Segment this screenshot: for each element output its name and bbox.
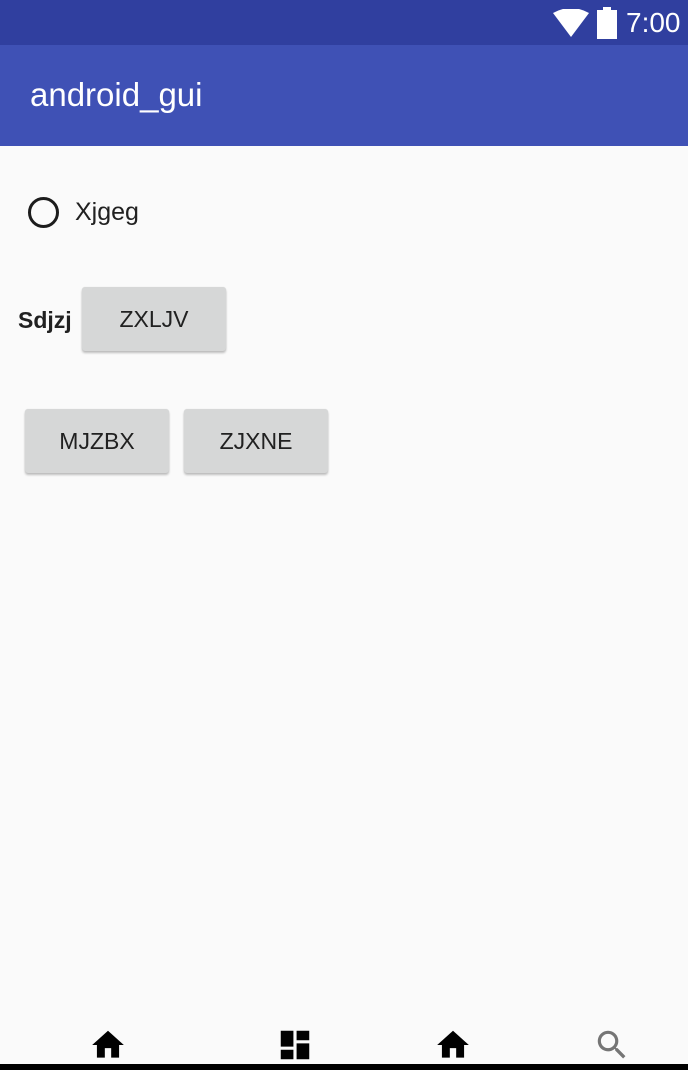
battery-icon <box>597 7 617 39</box>
zjxne-button[interactable]: ZJXNE <box>184 409 328 473</box>
dashboard-icon[interactable] <box>276 1026 314 1064</box>
zxljv-button[interactable]: ZXLJV <box>82 287 226 351</box>
radio-circle-icon[interactable] <box>28 196 59 228</box>
mjzbx-button[interactable]: MJZBX <box>25 409 169 473</box>
bottom-nav <box>0 1020 688 1064</box>
xjgeg-radio-button[interactable]: Xjgeg <box>28 193 139 231</box>
sdjzj-label: Sdjzj <box>18 307 72 333</box>
search-icon[interactable] <box>593 1026 631 1064</box>
status-time: 7:00 <box>626 7 681 38</box>
home-icon[interactable] <box>89 1026 127 1064</box>
status-bar: 7:00 <box>0 0 688 45</box>
app-bar: android_gui <box>0 45 688 146</box>
app-title: android_gui <box>30 76 203 113</box>
screen-bottom-edge <box>0 1064 688 1070</box>
radio-label: Xjgeg <box>75 197 139 226</box>
wifi-icon <box>553 9 589 37</box>
home-icon[interactable] <box>434 1026 472 1064</box>
